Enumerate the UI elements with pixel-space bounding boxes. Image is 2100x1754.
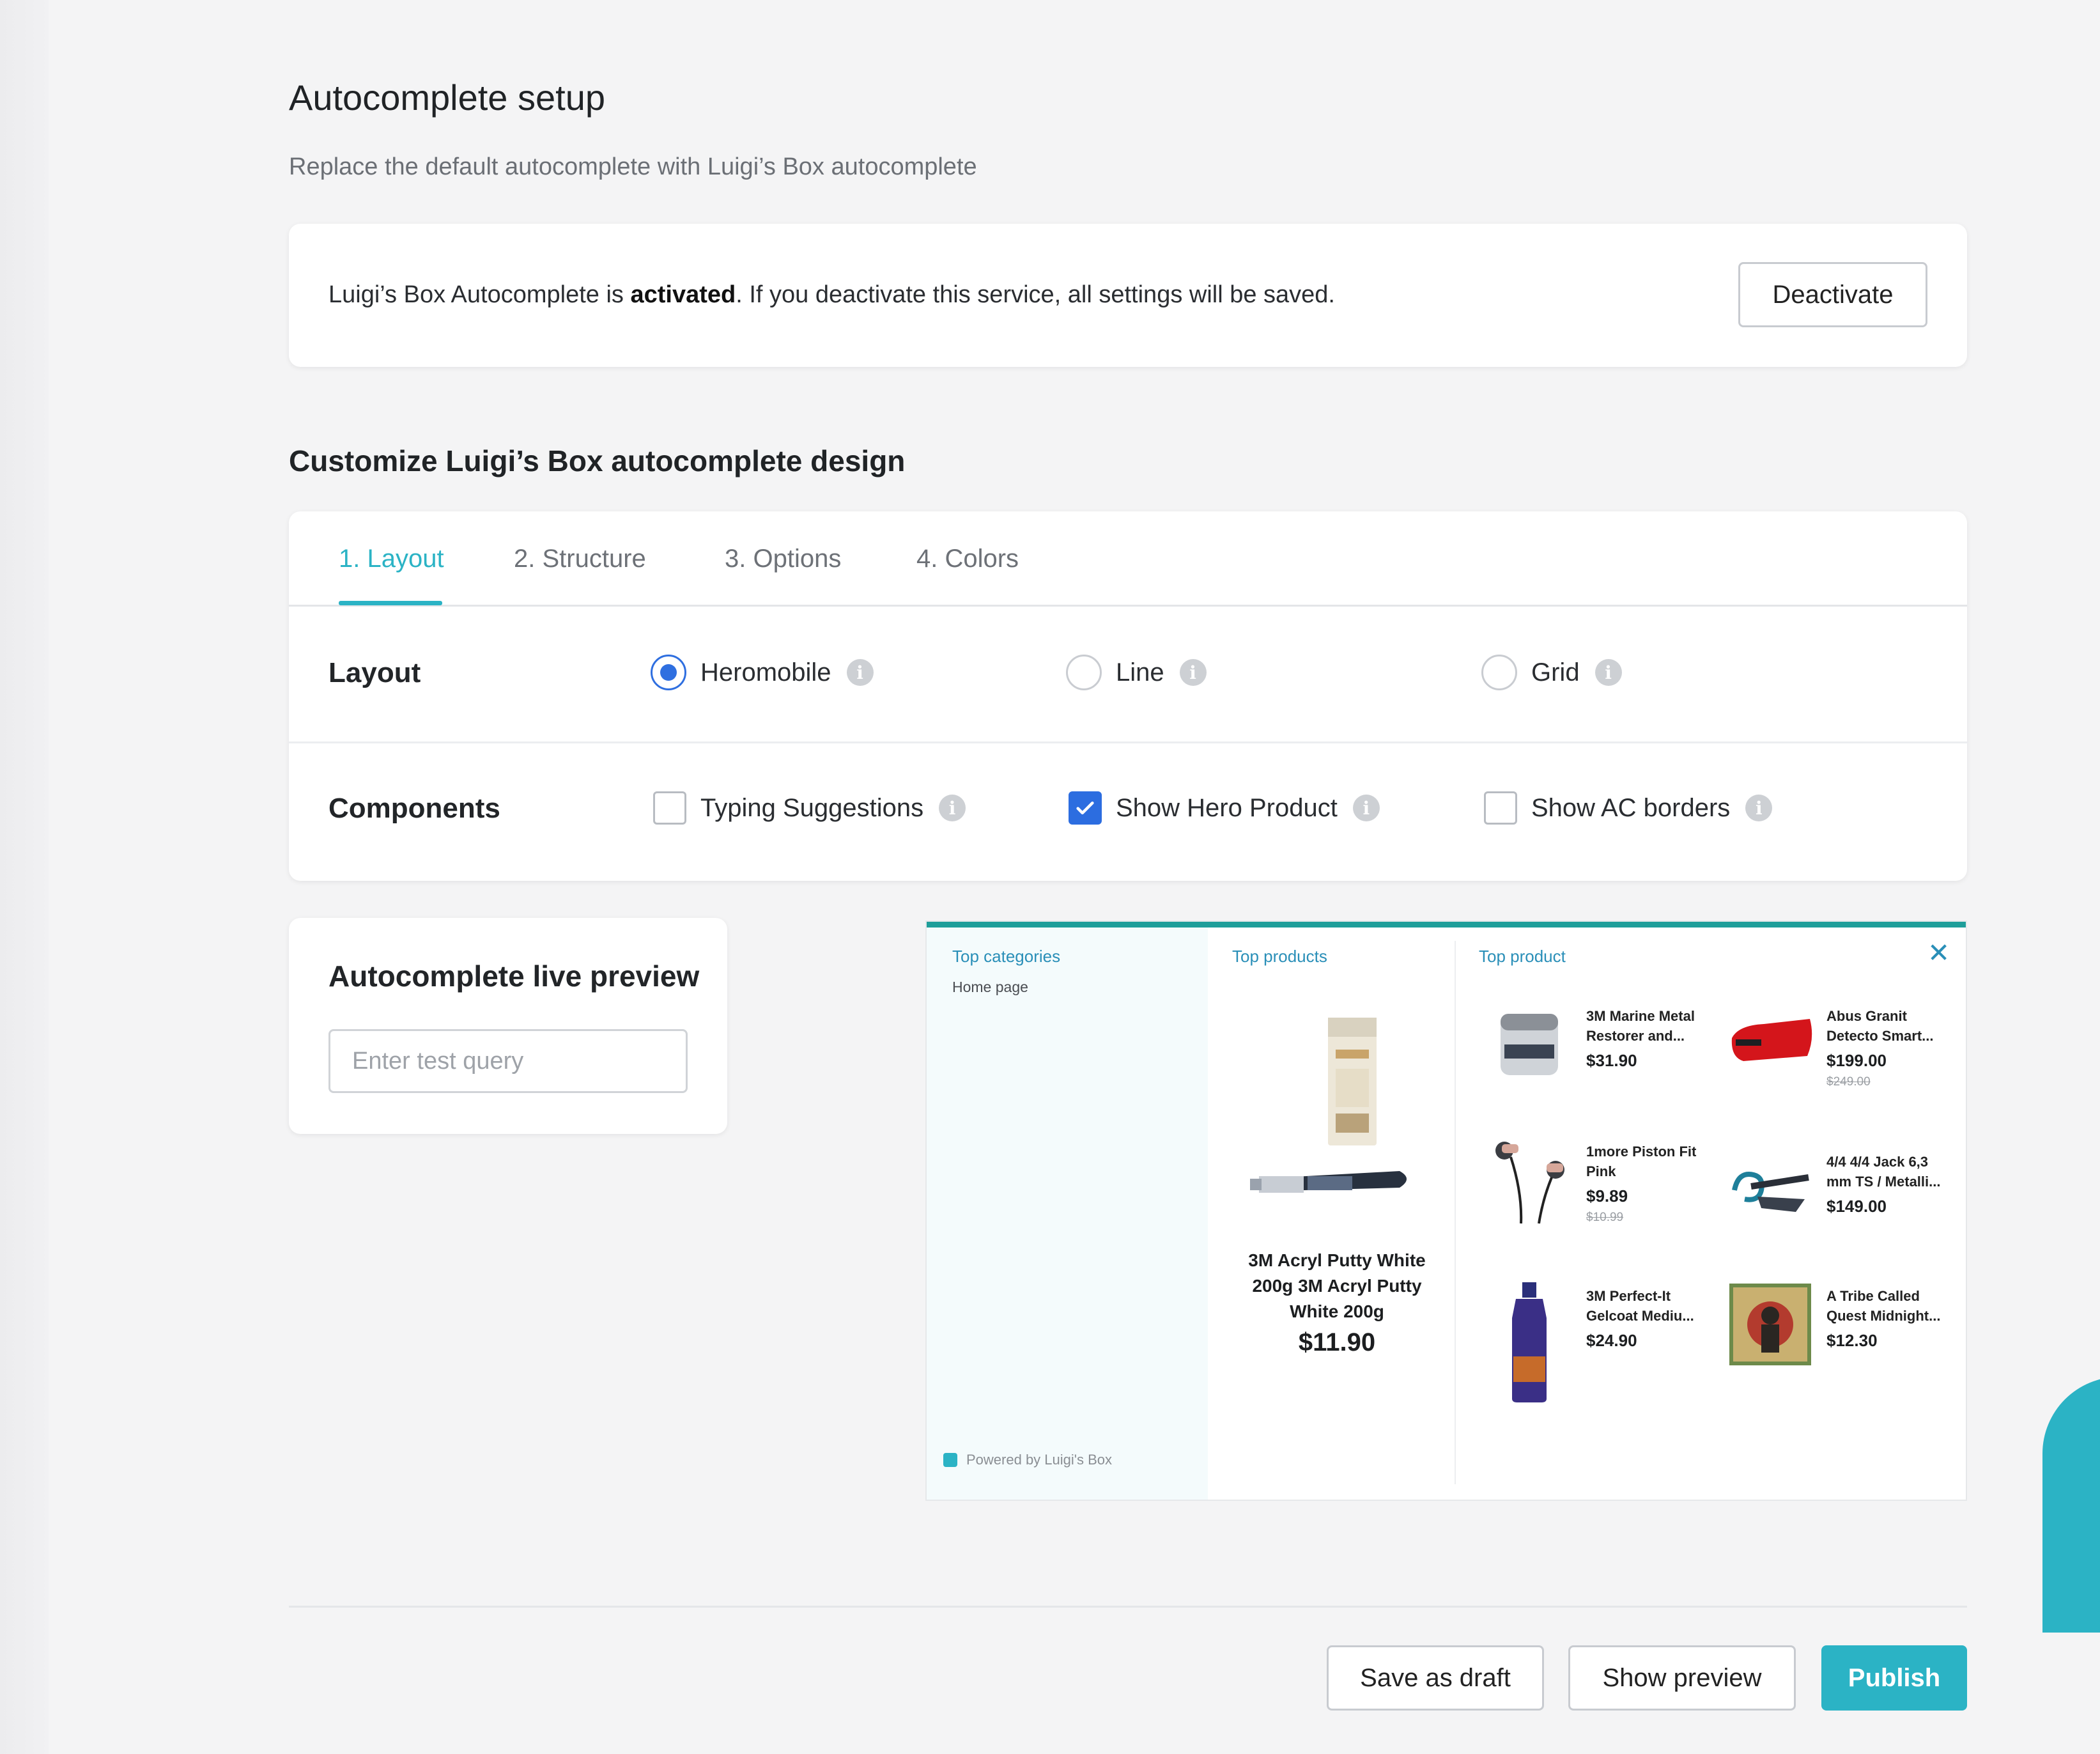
live-preview-card: Autocomplete live preview [289,918,727,1134]
hero-product-price: $11.90 [1298,1328,1376,1356]
hero-product-image[interactable] [1246,1011,1419,1216]
product-thumbnail [1729,1284,1811,1365]
component-typing-suggestions[interactable]: Typing Suggestions i [653,791,966,825]
tab-structure[interactable]: 2. Structure [514,545,646,573]
info-icon[interactable]: i [1352,795,1380,821]
typing-suggestions-label: Typing Suggestions [700,793,924,822]
product-old-price: $10.99 [1586,1211,1624,1224]
publish-button[interactable]: Publish [1821,1645,1967,1711]
product-thumbnail [1495,1142,1564,1224]
component-show-hero-product[interactable]: Show Hero Product i [1069,791,1380,825]
product-item[interactable]: 1more Piston Fit Pink $9.89 $10.99 [1485,1135,1715,1263]
product-item[interactable]: A Tribe Called Quest Midnight... $12.30 [1726,1280,1956,1408]
powered-by-text: Powered by Luigi's Box [966,1452,1112,1468]
status-card: Luigi’s Box Autocomplete is activated. I… [289,224,1967,367]
info-icon[interactable]: i [939,795,966,821]
live-preview-title: Autocomplete live preview [328,959,700,993]
product-item[interactable]: 4/4 4/4 Jack 6,3 mm TS / Metalli... $149… [1726,1145,1956,1273]
luigis-box-logo-icon [943,1453,957,1467]
info-icon[interactable]: i [1179,659,1207,686]
product-price: $31.90 [1586,1051,1637,1070]
help-widget-button[interactable] [2042,1377,2100,1633]
checkmark-icon [1076,801,1094,815]
info-icon[interactable]: i [1594,659,1622,686]
show-hero-product-checkbox[interactable] [1069,791,1102,825]
page-title: Autocomplete setup [289,77,605,118]
deactivate-button[interactable]: Deactivate [1738,262,1927,327]
typing-suggestions-checkbox[interactable] [653,791,686,825]
product-thumbnail [1501,1014,1558,1075]
heromobile-radio[interactable] [651,655,686,690]
category-home-page[interactable]: Home page [952,979,1028,996]
hero-product-name[interactable]: 3M Acryl Putty White 200g 3M Acryl Putty… [1228,1248,1446,1324]
product-price: $199.00 [1826,1051,1887,1070]
product-old-price: $249.00 [1826,1075,1871,1089]
ac-column-divider [1455,941,1456,1484]
product-price: $9.89 [1586,1186,1628,1206]
save-as-draft-button[interactable]: Save as draft [1327,1645,1544,1711]
product-price: $149.00 [1826,1197,1887,1216]
product-thumbnail [1731,1019,1812,1061]
status-message: Luigi’s Box Autocomplete is activated. I… [328,281,1335,309]
powered-by: Powered by Luigi's Box [943,1452,1112,1468]
heromobile-label: Heromobile [700,658,831,687]
product-price: $24.90 [1586,1331,1637,1350]
component-show-ac-borders[interactable]: Show AC borders i [1484,791,1773,825]
top-product-heading: Top product [1479,947,1566,966]
row-divider [289,741,1967,743]
status-suffix: . If you deactivate this service, all se… [736,281,1335,308]
tab-options[interactable]: 3. Options [725,545,841,573]
tab-colors[interactable]: 4. Colors [916,545,1019,573]
left-rail [0,0,49,1754]
product-name: 3M Marine Metal Restorer and... [1586,1008,1695,1044]
active-tab-indicator [339,601,442,605]
product-thumbnail [1732,1172,1809,1212]
product-item[interactable]: 3M Marine Metal Restorer and... $31.90 [1485,1000,1715,1128]
customize-title: Customize Luigi’s Box autocomplete desig… [289,444,906,477]
line-radio[interactable] [1066,655,1102,690]
status-prefix: Luigi’s Box Autocomplete is [328,281,631,308]
layout-option-line[interactable]: Line i [1066,655,1207,690]
product-name: Abus Granit Detecto Smart... [1826,1008,1934,1044]
page-subtitle: Replace the default autocomplete with Lu… [289,153,977,180]
grid-radio[interactable] [1481,655,1517,690]
status-state: activated [630,281,736,308]
settings-card: 1. Layout 2. Structure 3. Options 4. Col… [289,511,1967,881]
grid-label: Grid [1531,658,1580,687]
line-label: Line [1116,658,1164,687]
product-item[interactable]: Abus Granit Detecto Smart... $199.00 $24… [1726,1000,1956,1128]
ac-categories-column: Top categories Home page Powered by Luig… [927,927,1208,1500]
ac-top-bar [927,922,1966,927]
product-item[interactable]: 3M Perfect-It Gelcoat Mediu... $24.90 [1485,1280,1715,1408]
close-icon[interactable]: ✕ [1927,940,1950,966]
autocomplete-preview: Top categories Home page Powered by Luig… [925,920,1967,1501]
show-ac-borders-checkbox[interactable] [1484,791,1517,825]
product-name: A Tribe Called Quest Midnight... [1826,1288,1941,1324]
layout-option-heromobile[interactable]: Heromobile i [651,655,874,690]
show-ac-borders-label: Show AC borders [1531,793,1731,822]
top-products-heading: Top products [1232,947,1327,966]
top-categories-heading: Top categories [952,947,1061,966]
components-label: Components [328,793,500,824]
show-preview-button[interactable]: Show preview [1568,1645,1796,1711]
layout-label: Layout [328,657,421,688]
product-name: 4/4 4/4 Jack 6,3 mm TS / Metalli... [1826,1154,1941,1190]
product-name: 1more Piston Fit Pink [1586,1144,1697,1179]
layout-option-grid[interactable]: Grid i [1481,655,1622,690]
info-icon[interactable]: i [1745,795,1773,821]
product-thumbnail [1512,1282,1547,1402]
tabs-divider [289,605,1967,607]
footer-divider [289,1606,1967,1608]
test-query-input[interactable] [328,1029,688,1093]
product-name: 3M Perfect-It Gelcoat Mediu... [1586,1288,1694,1324]
show-hero-product-label: Show Hero Product [1116,793,1338,822]
product-price: $12.30 [1826,1331,1878,1350]
info-icon[interactable]: i [846,659,874,686]
tab-layout[interactable]: 1. Layout [339,545,444,573]
